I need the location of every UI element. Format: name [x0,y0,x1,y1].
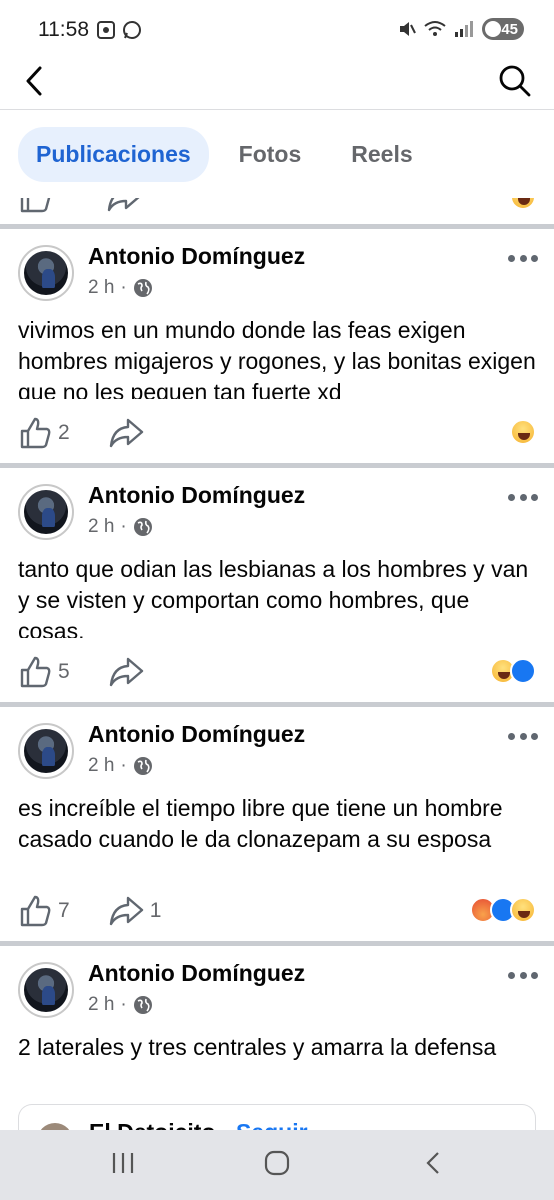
status-bar: 11:58 45 [0,0,554,62]
post-meta: 2 h · [88,994,153,1016]
post-meta: 2 h · [88,516,153,538]
back-button[interactable] [20,64,50,98]
top-nav [0,62,554,110]
like-reaction-icon [510,658,536,684]
post-text: tanto que odian las lesbianas a los homb… [18,556,529,638]
globe-icon [133,279,152,297]
post-author[interactable]: Antonio Domínguez [88,721,305,748]
status-right-icons: 45 [398,18,524,40]
post-author[interactable]: Antonio Domínguez [88,482,305,509]
avatar[interactable] [18,245,74,301]
like-icon[interactable] [18,655,52,689]
tab-publicaciones[interactable]: Publicaciones [18,126,209,182]
like-count: 5 [58,660,70,683]
like-count: 2 [58,421,70,444]
globe-icon [133,757,152,775]
back-arrow-icon [26,66,42,96]
post-meta: 2 h · [88,755,153,777]
share-count: 1 [149,899,162,922]
like-count: 7 [58,899,70,922]
haha-reaction-icon [510,897,536,923]
system-nav-bar [0,1130,554,1200]
post-time: 2 h [88,755,115,776]
tab-fotos[interactable]: Fotos [219,127,322,182]
post-text: 2 laterales y tres centrales y amarra la… [18,1034,497,1060]
search-icon [499,65,531,97]
previous-post-actions [0,198,554,224]
reactions[interactable] [470,897,536,923]
haha-reaction-icon [510,198,536,210]
avatar[interactable] [18,962,74,1018]
post-card: Antonio Domínguez 2 h · tanto que odian l… [0,468,554,702]
post-card: Antonio Domínguez 2 h · es increíble el t… [0,707,554,941]
like-icon[interactable] [18,416,52,450]
tab-reels[interactable]: Reels [331,127,432,182]
reactions[interactable] [490,658,536,684]
battery-icon: 45 [482,18,524,40]
globe-icon [133,996,152,1014]
globe-icon [133,518,152,536]
post-text: vivimos en un mundo donde las feas exige… [18,317,536,399]
post-author[interactable]: Antonio Domínguez [88,243,305,270]
post-actions: 7 1 [18,893,161,929]
wifi-icon [424,21,446,36]
search-button[interactable] [498,64,532,98]
like-icon[interactable] [18,894,52,928]
screenshot-icon [97,21,115,39]
profile-tabs: Publicaciones Fotos Reels [0,110,554,198]
more-options-button[interactable] [508,490,538,504]
signal-icon [455,21,473,37]
mute-icon [400,22,416,36]
status-left-icons [96,20,142,40]
back-nav-button[interactable] [422,1150,444,1181]
post-card: Antonio Domínguez 2 h · 2 laterales y tre… [0,946,554,1130]
share-icon[interactable] [108,894,144,928]
post-time: 2 h [88,277,115,298]
more-options-button[interactable] [508,968,538,982]
share-icon[interactable] [108,655,144,689]
more-options-button[interactable] [508,729,538,743]
avatar[interactable] [18,484,74,540]
post-author[interactable]: Antonio Domínguez [88,960,305,987]
home-button[interactable] [264,1150,290,1181]
haha-reaction-icon [510,419,536,445]
avatar[interactable] [18,723,74,779]
reactions[interactable] [510,419,536,445]
recents-button[interactable] [110,1150,136,1181]
whatsapp-icon [123,21,141,39]
post-actions: 5 [18,654,144,690]
share-icon [107,198,140,212]
home-icon [264,1150,290,1176]
share-icon[interactable] [108,416,144,450]
recents-icon [112,1153,134,1173]
status-time: 11:58 [38,18,89,41]
back-chevron-icon [426,1152,439,1174]
post-actions: 2 [18,415,144,451]
like-icon [20,198,51,213]
post-time: 2 h [88,516,115,537]
more-options-button[interactable] [508,251,538,265]
post-card: Antonio Domínguez 2 h · vivimos en un mun… [0,229,554,463]
post-text: es increíble el tiempo libre que tiene u… [18,795,503,852]
post-meta: 2 h · [88,277,153,299]
post-time: 2 h [88,994,115,1015]
